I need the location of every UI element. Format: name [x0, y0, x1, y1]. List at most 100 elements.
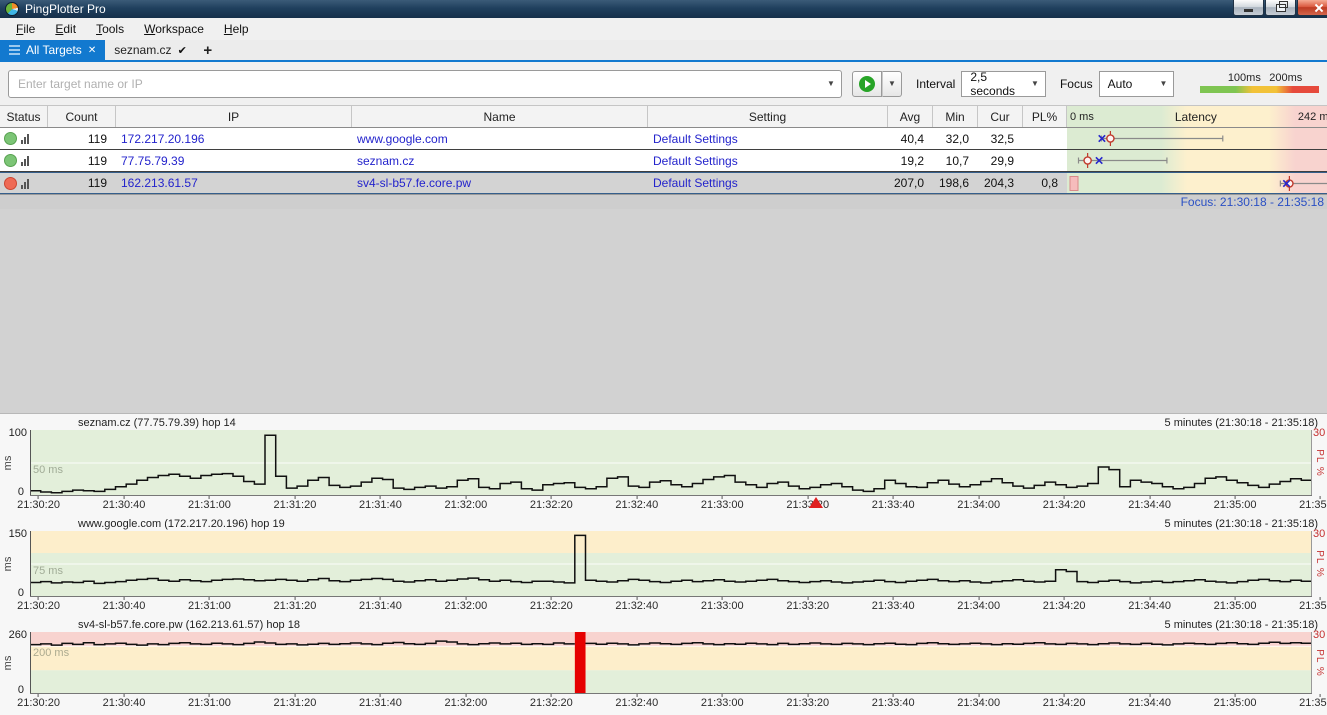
- time-tick: 21:30:40: [103, 597, 146, 612]
- title-bar: PingPlotter Pro: [0, 0, 1327, 18]
- pl-cell: 0,8: [1023, 173, 1067, 193]
- plot-canvas[interactable]: [30, 531, 1312, 597]
- minimize-button[interactable]: [1233, 0, 1264, 16]
- time-tick: 21:34:00: [957, 496, 1000, 511]
- tab-label: seznam.cz: [114, 43, 171, 57]
- ip-cell[interactable]: 77.75.79.39: [116, 150, 352, 171]
- menu-bar: FileEditToolsWorkspaceHelp: [0, 18, 1327, 40]
- start-options-button[interactable]: ▼: [882, 71, 902, 97]
- column-header-setting[interactable]: Setting: [648, 106, 888, 127]
- graph-title: www.google.com (172.217.20.196) hop 19: [78, 518, 285, 530]
- target-input[interactable]: [9, 77, 821, 91]
- avg-cell: 40,4: [888, 128, 933, 149]
- column-header-count[interactable]: Count: [48, 106, 116, 127]
- window-controls: [1232, 0, 1327, 16]
- graph-header: seznam.cz (77.75.79.39) hop 145 minutes …: [0, 416, 1327, 430]
- latency-cell: [1067, 150, 1327, 171]
- column-header-min[interactable]: Min: [933, 106, 978, 127]
- interval-label: Interval: [916, 77, 955, 91]
- tab-close-icon[interactable]: ✕: [88, 45, 96, 56]
- min-cell: 198,6: [933, 173, 978, 193]
- time-tick: 21:32:00: [444, 496, 487, 511]
- maximize-button[interactable]: [1265, 0, 1296, 16]
- column-header-pl[interactable]: PL%: [1023, 106, 1067, 127]
- latency-min-label: 0 ms: [1070, 111, 1094, 123]
- latency-timeline-plot[interactable]: 200 ms: [30, 632, 1312, 694]
- new-tab-button[interactable]: +: [196, 40, 220, 60]
- menu-tools[interactable]: Tools: [86, 19, 134, 39]
- focus-value: Auto: [1108, 77, 1154, 91]
- time-tick: 21:33:00: [701, 597, 744, 612]
- check-icon: ✔: [178, 44, 187, 57]
- name-cell[interactable]: seznam.cz: [352, 150, 648, 171]
- time-tick: 21:35:20: [1299, 597, 1327, 612]
- y-axis: 100ms0: [0, 430, 30, 496]
- plot-canvas[interactable]: [30, 632, 1312, 694]
- column-header-cur[interactable]: Cur: [978, 106, 1023, 127]
- interval-select[interactable]: 2,5 seconds ▼: [961, 71, 1046, 97]
- table-row[interactable]: 11977.75.79.39seznam.czDefault Settings1…: [0, 150, 1327, 172]
- menu-help[interactable]: Help: [214, 19, 259, 39]
- start-trace-button[interactable]: [852, 71, 882, 97]
- latency-timeline-plot[interactable]: 50 ms: [30, 430, 1312, 496]
- time-tick: 21:34:00: [957, 597, 1000, 612]
- tab-label: All Targets: [26, 43, 82, 57]
- time-tick: 21:32:20: [530, 496, 573, 511]
- trace-graph-icon[interactable]: [21, 133, 29, 144]
- ip-cell[interactable]: 172.217.20.196: [116, 128, 352, 149]
- column-header-avg[interactable]: Avg: [888, 106, 933, 127]
- y-unit-label: ms: [2, 456, 14, 471]
- pl-axis-label: PL %: [1314, 550, 1325, 578]
- tab-seznam-cz[interactable]: seznam.cz ✔: [105, 40, 196, 60]
- trace-graph-icon[interactable]: [21, 155, 29, 166]
- column-header-name[interactable]: Name: [352, 106, 648, 127]
- time-tick: 21:32:00: [444, 694, 487, 709]
- time-tick: 21:34:20: [1043, 496, 1086, 511]
- time-tick: 21:31:40: [359, 694, 402, 709]
- time-tick: 21:33:00: [701, 694, 744, 709]
- time-tick: 21:35:00: [1214, 694, 1257, 709]
- time-tick: 21:31:20: [274, 597, 317, 612]
- pl-max-label: 30: [1313, 427, 1325, 439]
- target-table-body: 119172.217.20.196www.google.comDefault S…: [0, 128, 1327, 194]
- table-row[interactable]: 119162.213.61.57sv4-sl-b57.fe.core.pwDef…: [0, 172, 1327, 194]
- target-dropdown-icon[interactable]: ▼: [821, 79, 841, 88]
- column-header-status[interactable]: Status: [0, 106, 48, 127]
- timeline-graph-3[interactable]: sv4-sl-b57.fe.core.pw (162.213.61.57) ho…: [0, 618, 1327, 710]
- name-cell[interactable]: www.google.com: [352, 128, 648, 149]
- minimize-icon: [1244, 9, 1253, 12]
- column-header-ip[interactable]: IP: [116, 106, 352, 127]
- target-combo: ▼: [8, 70, 842, 98]
- plot-canvas[interactable]: [30, 430, 1312, 496]
- graph-header: www.google.com (172.217.20.196) hop 195 …: [0, 517, 1327, 531]
- timeline-graph-2[interactable]: www.google.com (172.217.20.196) hop 195 …: [0, 517, 1327, 613]
- table-row[interactable]: 119172.217.20.196www.google.comDefault S…: [0, 128, 1327, 150]
- time-tick: 21:35:00: [1214, 597, 1257, 612]
- setting-cell[interactable]: Default Settings: [648, 128, 888, 149]
- pl-cell: [1023, 150, 1067, 171]
- setting-cell[interactable]: Default Settings: [648, 173, 888, 193]
- time-tick: 21:34:20: [1043, 694, 1086, 709]
- cur-cell: 204,3: [978, 173, 1023, 193]
- time-tick: 21:31:00: [188, 496, 231, 511]
- focus-select[interactable]: Auto ▼: [1099, 71, 1175, 97]
- tab-bar: All Targets ✕ seznam.cz ✔ +: [0, 40, 1327, 62]
- time-tick: 21:33:00: [701, 496, 744, 511]
- packet-loss-marker-icon: [809, 497, 823, 508]
- menu-edit[interactable]: Edit: [45, 19, 86, 39]
- trace-graph-icon[interactable]: [21, 178, 29, 189]
- close-button[interactable]: [1297, 0, 1327, 16]
- timeline-graph-1[interactable]: seznam.cz (77.75.79.39) hop 145 minutes …: [0, 416, 1327, 512]
- graph-title: sv4-sl-b57.fe.core.pw (162.213.61.57) ho…: [78, 619, 300, 631]
- time-tick: 21:32:20: [530, 597, 573, 612]
- name-cell[interactable]: sv4-sl-b57.fe.core.pw: [352, 173, 648, 193]
- menu-workspace[interactable]: Workspace: [134, 19, 214, 39]
- column-header-latency[interactable]: 0 ms Latency 242 ms: [1067, 106, 1327, 127]
- menu-file[interactable]: File: [6, 19, 45, 39]
- ip-cell[interactable]: 162.213.61.57: [116, 173, 352, 193]
- time-tick: 21:31:40: [359, 496, 402, 511]
- tab-all-targets[interactable]: All Targets ✕: [0, 40, 105, 60]
- avg-cell: 19,2: [888, 150, 933, 171]
- setting-cell[interactable]: Default Settings: [648, 150, 888, 171]
- latency-timeline-plot[interactable]: 75 ms: [30, 531, 1312, 597]
